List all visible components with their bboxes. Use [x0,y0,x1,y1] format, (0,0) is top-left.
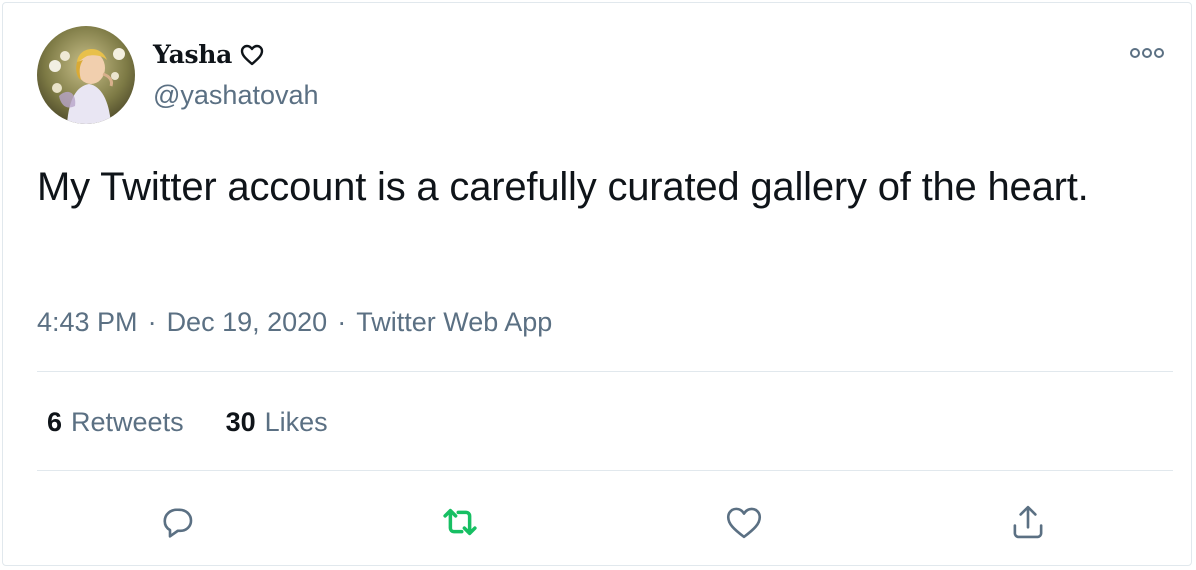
author-name-row[interactable]: Yasha [153,40,264,69]
user-handle[interactable]: @yashatovah [153,80,319,111]
like-button[interactable] [721,499,767,545]
retweet-button[interactable] [437,499,483,545]
meta-separator: · [337,307,347,337]
tweet-source[interactable]: Twitter Web App [356,307,552,338]
tweet-date[interactable]: Dec 19, 2020 [167,307,328,338]
heart-outline-icon [240,44,264,66]
tweet-metadata: 4:43 PM · Dec 19, 2020 · Twitter Web App [37,307,552,338]
meta-separator: · [147,307,157,337]
divider [37,470,1173,471]
retweet-icon [443,508,477,536]
retweets-label: Retweets [71,407,184,437]
tweet-time[interactable]: 4:43 PM [37,307,138,338]
more-horizontal-icon [1130,48,1164,58]
retweets-count: 6 [47,407,63,437]
tweet-actions [3,499,1191,549]
avatar-image [37,26,135,124]
likes-count: 30 [225,407,256,437]
tweet-card: Yasha @yashatovah My Twitter account is … [2,2,1192,566]
reply-button[interactable] [154,499,200,545]
retweets-stat[interactable]: 6 Retweets [47,407,184,438]
like-icon [726,507,762,539]
divider [37,371,1173,372]
likes-label: Likes [264,407,328,437]
share-button[interactable] [1005,499,1051,545]
tweet-stats: 6 Retweets 30 Likes [47,407,370,438]
avatar[interactable] [37,26,135,124]
more-options-button[interactable] [1127,41,1167,65]
tweet-text: My Twitter account is a carefully curate… [37,165,1089,209]
reply-icon [163,508,193,538]
share-icon [1013,505,1043,539]
display-name[interactable]: Yasha [153,40,232,69]
likes-stat[interactable]: 30 Likes [226,407,328,438]
